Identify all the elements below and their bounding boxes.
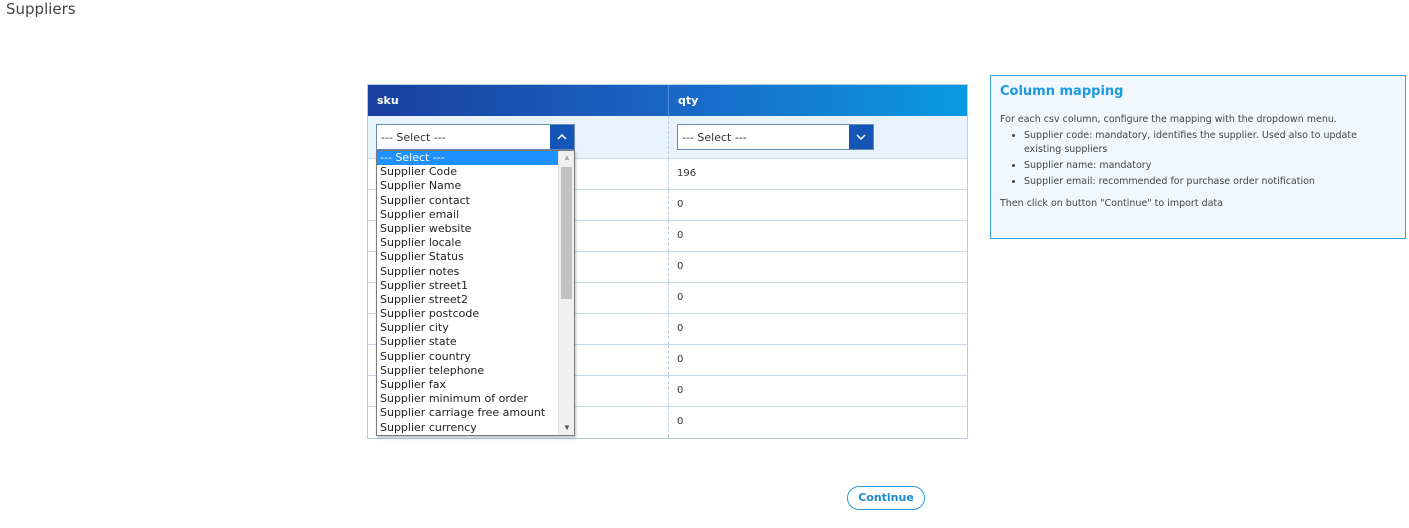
table-header: sku qty: [368, 85, 967, 116]
info-outro: Then click on button "Continue" to impor…: [1000, 198, 1223, 209]
dropdown-option[interactable]: Supplier Code: [377, 165, 558, 179]
column-mapping-info: Column mapping For each csv column, conf…: [990, 75, 1406, 239]
sku-mapping-select[interactable]: --- Select ---: [376, 124, 575, 150]
qty-cell: 0: [677, 199, 684, 210]
dropdown-option[interactable]: Supplier country: [377, 350, 558, 364]
info-bullets: Supplier code: mandatory, identifies the…: [1000, 129, 1396, 189]
qty-cell: 0: [677, 416, 684, 427]
continue-button[interactable]: Continue: [847, 486, 925, 510]
scroll-up-icon[interactable]: ▲: [559, 151, 574, 165]
dropdown-option[interactable]: Supplier currency: [377, 421, 558, 435]
qty-cell: 0: [677, 292, 684, 303]
dropdown-option[interactable]: Supplier notes: [377, 265, 558, 279]
qty-mapping-select[interactable]: --- Select ---: [677, 124, 874, 150]
info-bullet: Supplier email: recommended for purchase…: [1024, 175, 1396, 189]
chevron-up-icon[interactable]: [550, 125, 574, 149]
dropdown-option[interactable]: Supplier website: [377, 222, 558, 236]
dropdown-option[interactable]: Supplier fax: [377, 378, 558, 392]
info-intro: For each csv column, configure the mappi…: [1000, 114, 1337, 125]
dropdown-option[interactable]: Supplier telephone: [377, 364, 558, 378]
scroll-down-icon[interactable]: ▼: [559, 421, 574, 435]
dropdown-option[interactable]: Supplier locale: [377, 236, 558, 250]
dropdown-options: --- Select --- Supplier Code Supplier Name…: [377, 151, 574, 435]
dropdown-option[interactable]: Supplier Status: [377, 250, 558, 264]
qty-select-cell: --- Select ---: [669, 116, 967, 159]
qty-cell: 0: [677, 230, 684, 241]
qty-cell: 0: [677, 354, 684, 365]
qty-select-value: --- Select ---: [682, 131, 747, 144]
chevron-down-icon[interactable]: [849, 125, 873, 149]
dropdown-option[interactable]: Supplier street1: [377, 279, 558, 293]
column-header-qty: qty: [678, 94, 699, 107]
dropdown-option[interactable]: Supplier carriage free amount: [377, 406, 558, 420]
dropdown-option[interactable]: Supplier minimum of order: [377, 392, 558, 406]
sku-select-value: --- Select ---: [381, 131, 446, 144]
dropdown-option[interactable]: Supplier Name: [377, 179, 558, 193]
info-bullet: Supplier name: mandatory: [1024, 159, 1396, 173]
page-title: Suppliers: [6, 0, 76, 18]
dropdown-option[interactable]: --- Select ---: [377, 151, 558, 166]
dropdown-option[interactable]: Supplier street2: [377, 293, 558, 307]
qty-cell: 0: [677, 385, 684, 396]
dropdown-option[interactable]: Supplier postcode: [377, 307, 558, 321]
info-bullet: Supplier code: mandatory, identifies the…: [1024, 129, 1396, 157]
dropdown-option[interactable]: Supplier state: [377, 335, 558, 349]
info-title: Column mapping: [1000, 84, 1124, 99]
scrollbar-thumb[interactable]: [561, 167, 572, 299]
dropdown-scrollbar[interactable]: ▲ ▼: [558, 151, 574, 435]
qty-cell: 0: [677, 323, 684, 334]
qty-cell: 196: [677, 168, 697, 179]
dropdown-option[interactable]: Supplier city: [377, 321, 558, 335]
qty-cell: 0: [677, 261, 684, 272]
column-header-sku: sku: [368, 85, 669, 116]
sku-dropdown-list[interactable]: --- Select --- Supplier Code Supplier Name…: [376, 150, 575, 436]
dropdown-option[interactable]: Supplier contact: [377, 194, 558, 208]
dropdown-option[interactable]: Supplier email: [377, 208, 558, 222]
